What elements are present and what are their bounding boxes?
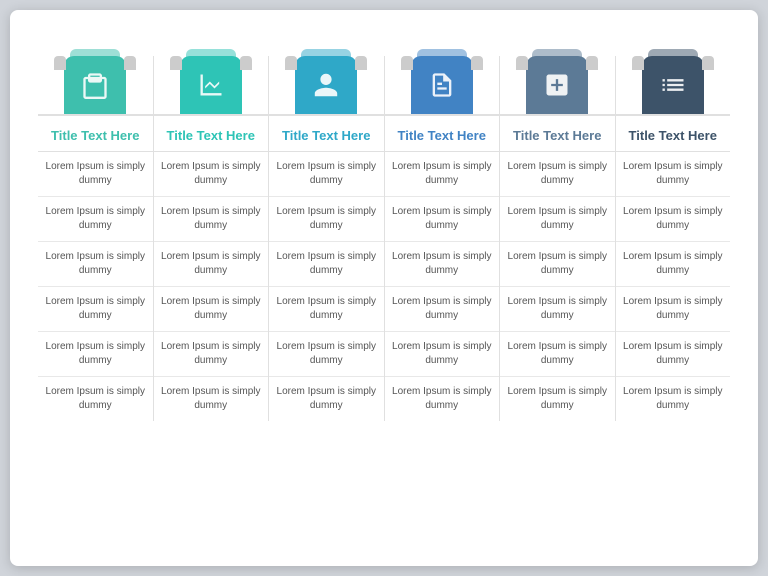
table-row: Lorem Ipsum is simply dummy — [616, 332, 731, 377]
tab-ear-right — [471, 56, 483, 70]
column-title: Title Text Here — [500, 114, 615, 152]
table-row: Lorem Ipsum is simply dummy — [616, 242, 731, 287]
data-rows: Lorem Ipsum is simply dummyLorem Ipsum i… — [385, 152, 500, 421]
column-2: Title Text HereLorem Ipsum is simply dum… — [269, 56, 385, 421]
table-row: Lorem Ipsum is simply dummy — [500, 197, 615, 242]
tab-ear-left — [285, 56, 297, 70]
table-row: Lorem Ipsum is simply dummy — [269, 197, 384, 242]
table-row: Lorem Ipsum is simply dummy — [154, 287, 269, 332]
table-row: Lorem Ipsum is simply dummy — [269, 377, 384, 421]
tab-ear-right — [240, 56, 252, 70]
icon-cell — [500, 56, 615, 114]
table-row: Lorem Ipsum is simply dummy — [616, 287, 731, 332]
tab-ear-left — [401, 56, 413, 70]
data-rows: Lorem Ipsum is simply dummyLorem Ipsum i… — [269, 152, 384, 421]
table-row: Lorem Ipsum is simply dummy — [500, 377, 615, 421]
notes-icon — [526, 56, 588, 114]
column-3: Title Text HereLorem Ipsum is simply dum… — [385, 56, 501, 421]
table-layout: Title Text HereLorem Ipsum is simply dum… — [38, 56, 730, 421]
list-icon — [642, 56, 704, 114]
table-row: Lorem Ipsum is simply dummy — [616, 377, 731, 421]
table-row: Lorem Ipsum is simply dummy — [154, 377, 269, 421]
tab-ear-right — [355, 56, 367, 70]
tab-ear-right — [586, 56, 598, 70]
table-row: Lorem Ipsum is simply dummy — [154, 152, 269, 197]
icon-cell — [269, 56, 384, 114]
slide: Title Text HereLorem Ipsum is simply dum… — [10, 10, 758, 566]
table-row: Lorem Ipsum is simply dummy — [500, 332, 615, 377]
table-row: Lorem Ipsum is simply dummy — [385, 377, 500, 421]
data-rows: Lorem Ipsum is simply dummyLorem Ipsum i… — [38, 152, 153, 421]
table-row: Lorem Ipsum is simply dummy — [269, 152, 384, 197]
icon-cell — [38, 56, 153, 114]
tab-ear-left — [516, 56, 528, 70]
icon-cell — [154, 56, 269, 114]
table-row: Lorem Ipsum is simply dummy — [385, 332, 500, 377]
data-rows: Lorem Ipsum is simply dummyLorem Ipsum i… — [154, 152, 269, 421]
column-4: Title Text HereLorem Ipsum is simply dum… — [500, 56, 616, 421]
table-row: Lorem Ipsum is simply dummy — [38, 332, 153, 377]
tab-ear-left — [632, 56, 644, 70]
icon-row: Title Text HereLorem Ipsum is simply dum… — [38, 56, 730, 421]
table-row: Lorem Ipsum is simply dummy — [38, 287, 153, 332]
chart-icon — [180, 56, 242, 114]
column-1: Title Text HereLorem Ipsum is simply dum… — [154, 56, 270, 421]
table-row: Lorem Ipsum is simply dummy — [269, 287, 384, 332]
table-row: Lorem Ipsum is simply dummy — [38, 197, 153, 242]
table-row: Lorem Ipsum is simply dummy — [269, 332, 384, 377]
column-title: Title Text Here — [269, 114, 384, 152]
column-title: Title Text Here — [616, 114, 731, 152]
column-5: Title Text HereLorem Ipsum is simply dum… — [616, 56, 731, 421]
data-rows: Lorem Ipsum is simply dummyLorem Ipsum i… — [616, 152, 731, 421]
table-row: Lorem Ipsum is simply dummy — [154, 332, 269, 377]
column-title: Title Text Here — [385, 114, 500, 152]
column-title: Title Text Here — [154, 114, 269, 152]
table-row: Lorem Ipsum is simply dummy — [500, 152, 615, 197]
table-row: Lorem Ipsum is simply dummy — [38, 242, 153, 287]
tab-ear-left — [170, 56, 182, 70]
table-row: Lorem Ipsum is simply dummy — [269, 242, 384, 287]
table-row: Lorem Ipsum is simply dummy — [154, 242, 269, 287]
clipboard-icon — [64, 56, 126, 114]
tab-ear-right — [702, 56, 714, 70]
table-row: Lorem Ipsum is simply dummy — [38, 377, 153, 421]
table-row: Lorem Ipsum is simply dummy — [616, 152, 731, 197]
column-title: Title Text Here — [38, 114, 153, 152]
table-row: Lorem Ipsum is simply dummy — [616, 197, 731, 242]
tab-ear-right — [124, 56, 136, 70]
icon-cell — [385, 56, 500, 114]
table-row: Lorem Ipsum is simply dummy — [38, 152, 153, 197]
table-row: Lorem Ipsum is simply dummy — [385, 152, 500, 197]
tab-ear-left — [54, 56, 66, 70]
table-row: Lorem Ipsum is simply dummy — [154, 197, 269, 242]
table-row: Lorem Ipsum is simply dummy — [385, 197, 500, 242]
data-rows: Lorem Ipsum is simply dummyLorem Ipsum i… — [500, 152, 615, 421]
table-row: Lorem Ipsum is simply dummy — [500, 287, 615, 332]
table-row: Lorem Ipsum is simply dummy — [500, 242, 615, 287]
document-icon — [411, 56, 473, 114]
column-0: Title Text HereLorem Ipsum is simply dum… — [38, 56, 154, 421]
icon-cell — [616, 56, 731, 114]
person-icon — [295, 56, 357, 114]
table-row: Lorem Ipsum is simply dummy — [385, 287, 500, 332]
table-row: Lorem Ipsum is simply dummy — [385, 242, 500, 287]
